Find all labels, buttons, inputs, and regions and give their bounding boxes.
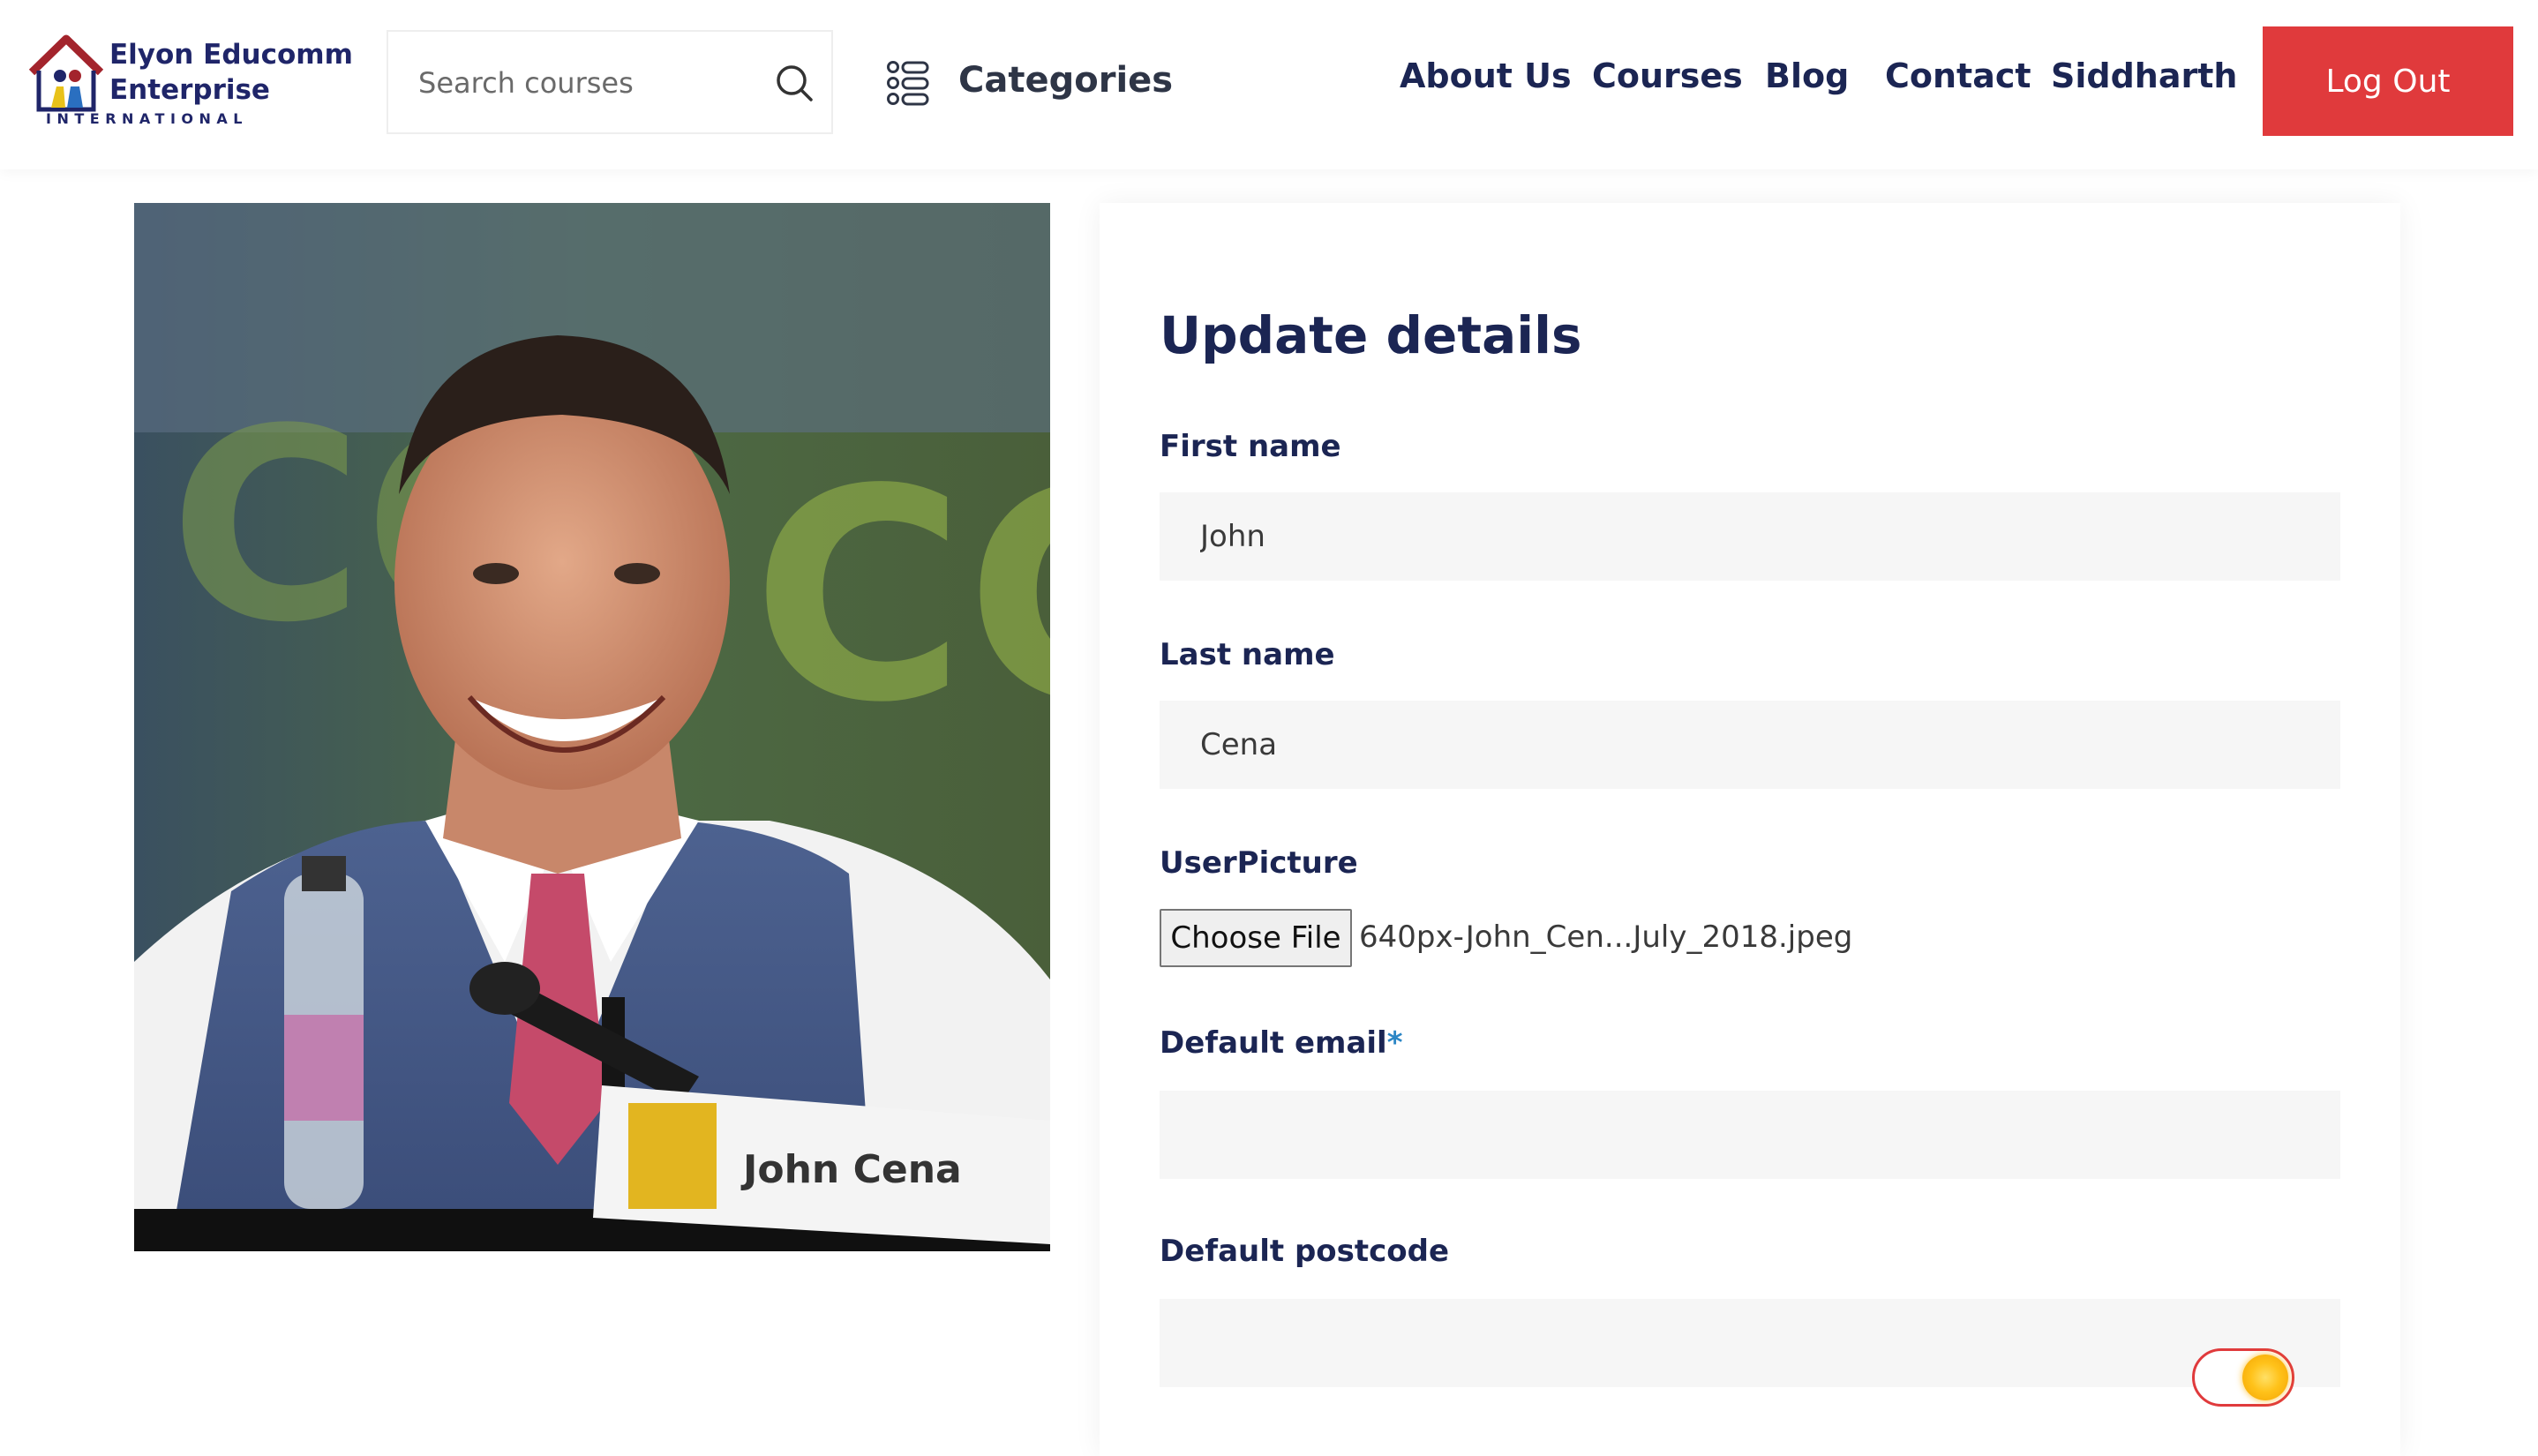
default-email-label: Default email* [1160, 1025, 1403, 1061]
user-picture-label: UserPicture [1160, 845, 1358, 881]
default-postcode-field[interactable] [1160, 1299, 2340, 1387]
logo-text-line1: Elyon Educomm [109, 39, 353, 71]
nav-about-us[interactable]: About Us [1400, 56, 1572, 95]
logo-house-icon [28, 34, 104, 112]
sun-icon [2242, 1355, 2288, 1400]
theme-toggle[interactable] [2192, 1348, 2294, 1407]
search-input[interactable] [418, 58, 754, 108]
default-email-label-text: Default email [1160, 1025, 1387, 1061]
categories-label: Categories [958, 60, 1174, 101]
svg-text:CC: CC [752, 427, 1050, 766]
update-details-card: Update details First name Last name User… [1100, 203, 2400, 1456]
logout-button[interactable]: Log Out [2263, 26, 2513, 136]
search-box [387, 30, 833, 134]
default-postcode-label: Default postcode [1160, 1234, 1450, 1269]
nav-blog[interactable]: Blog [1765, 56, 1849, 95]
profile-photo-image: CC CC John Cena [134, 203, 1050, 1251]
logo-text-line3: INTERNATIONAL [46, 110, 248, 127]
required-marker: * [1386, 1025, 1403, 1061]
logo-text-line2: Enterprise [109, 74, 270, 106]
search-icon[interactable] [773, 62, 815, 104]
photo-placard-text: John Cena [740, 1147, 962, 1192]
page-title: Update details [1160, 305, 1582, 365]
categories-grid-icon [887, 61, 929, 106]
first-name-field[interactable] [1160, 492, 2340, 581]
site-logo[interactable]: Elyon Educomm Enterprise INTERNATIONAL [26, 32, 353, 131]
profile-photo: CC CC John Cena [134, 203, 1050, 1251]
nav-contact[interactable]: Contact [1885, 56, 2031, 95]
chosen-file-name: 640px-John_Cen...July_2018.jpeg [1359, 919, 1853, 955]
nav-user-profile[interactable]: Siddharth [2051, 56, 2237, 95]
nav-courses[interactable]: Courses [1592, 56, 1743, 95]
site-header: Elyon Educomm Enterprise INTERNATIONAL C… [0, 0, 2538, 169]
first-name-label: First name [1160, 429, 1341, 464]
last-name-field[interactable] [1160, 701, 2340, 789]
default-email-field[interactable] [1160, 1091, 2340, 1179]
choose-file-button[interactable]: Choose File [1160, 909, 1352, 967]
last-name-label: Last name [1160, 637, 1335, 672]
